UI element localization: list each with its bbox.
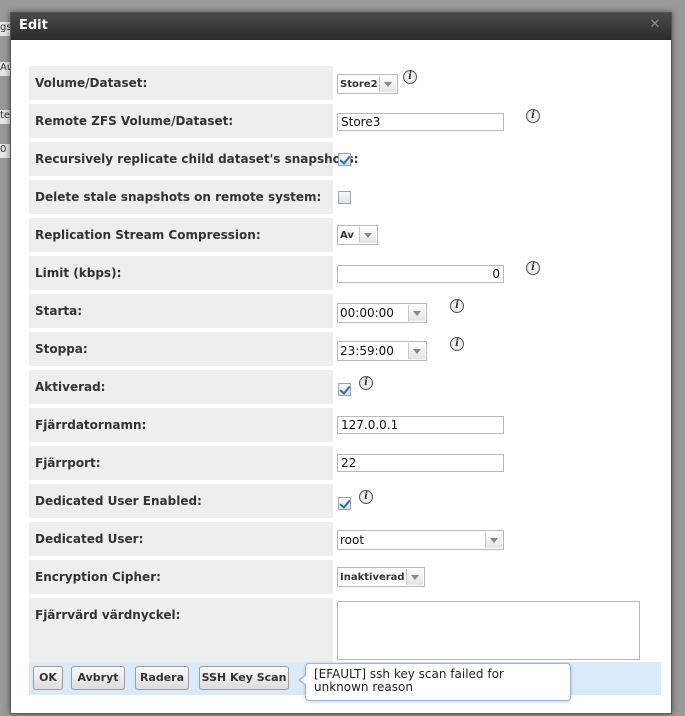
stop-time-value: 23:59:00 <box>340 344 394 358</box>
host-key-label: Fjärrvärd värdnyckel: <box>29 598 333 662</box>
info-icon[interactable]: i <box>403 70 417 84</box>
volume-dataset-select[interactable]: Store2 <box>337 74 398 94</box>
limit-input[interactable] <box>337 265 504 283</box>
chevron-down-icon[interactable] <box>379 76 396 92</box>
ok-button[interactable]: OK <box>33 666 63 690</box>
remote-port-label: Fjärrport: <box>29 446 333 480</box>
info-icon[interactable]: i <box>526 109 540 123</box>
remote-dataset-input[interactable] <box>337 113 504 131</box>
info-icon[interactable]: i <box>359 490 373 504</box>
ssh-key-scan-button[interactable]: SSH Key Scan <box>199 666 289 690</box>
info-icon[interactable]: i <box>526 261 540 275</box>
row-recursive: Recursively replicate child dataset's sn… <box>29 142 642 176</box>
background-fragment: te <box>0 110 10 124</box>
error-tooltip: [EFAULT] ssh key scan failed for unknown… <box>298 663 571 701</box>
dedicated-user-select[interactable]: root <box>337 530 504 550</box>
compression-label: Replication Stream Compression: <box>29 218 333 252</box>
row-remote-port: Fjärrport: <box>29 446 642 480</box>
volume-dataset-label: Volume/Dataset: <box>29 66 333 100</box>
compression-value: Av <box>340 230 354 241</box>
dedicated-user-value: root <box>340 533 365 547</box>
enabled-checkbox[interactable] <box>338 383 351 396</box>
chevron-down-icon[interactable] <box>406 569 423 585</box>
delete-stale-label: Delete stale snapshots on remote system: <box>29 180 333 214</box>
background-fragment: 0 <box>0 144 10 158</box>
enabled-label: Aktiverad: <box>29 370 333 404</box>
cancel-button[interactable]: Avbryt <box>71 666 125 690</box>
row-host-key: Fjärrvärd värdnyckel: <box>29 598 642 662</box>
chevron-down-icon[interactable] <box>408 343 425 359</box>
close-icon[interactable]: ✕ <box>649 18 661 31</box>
dialog-title: Edit <box>19 18 48 33</box>
compression-select[interactable]: Av <box>337 225 378 245</box>
start-time-select[interactable]: 00:00:00 <box>337 303 427 323</box>
volume-dataset-value: Store2 <box>340 79 378 90</box>
row-cipher: Encryption Cipher: Inaktiverad <box>29 560 642 594</box>
info-icon[interactable]: i <box>450 299 464 313</box>
limit-label: Limit (kbps): <box>29 256 333 290</box>
delete-stale-checkbox[interactable] <box>338 191 351 204</box>
cipher-select[interactable]: Inaktiverad <box>337 567 425 587</box>
row-remote-host: Fjärrdatornamn: <box>29 408 642 442</box>
chevron-down-icon[interactable] <box>408 305 425 321</box>
row-limit: Limit (kbps): i <box>29 256 642 290</box>
cipher-label: Encryption Cipher: <box>29 560 333 594</box>
row-remote-dataset: Remote ZFS Volume/Dataset: i <box>29 104 642 138</box>
remote-port-input[interactable] <box>337 454 504 472</box>
start-time-value: 00:00:00 <box>340 306 394 320</box>
recursive-label: Recursively replicate child dataset's sn… <box>29 142 359 176</box>
dedicated-enabled-checkbox[interactable] <box>338 497 351 510</box>
recursive-checkbox[interactable] <box>338 153 351 166</box>
dialog-titlebar[interactable]: Edit ✕ <box>11 13 671 40</box>
row-dedicated-enabled: Dedicated User Enabled: i <box>29 484 642 518</box>
row-start: Starta: 00:00:00 i <box>29 294 642 328</box>
dedicated-enabled-label: Dedicated User Enabled: <box>29 484 333 518</box>
row-volume-dataset: Volume/Dataset: Store2 i <box>29 66 642 100</box>
row-stop: Stoppa: 23:59:00 i <box>29 332 642 366</box>
stop-label: Stoppa: <box>29 332 333 366</box>
info-icon[interactable]: i <box>450 337 464 351</box>
remote-host-input[interactable] <box>337 416 504 434</box>
background-fragment: Aut <box>0 62 10 76</box>
background-fragment: gs <box>0 22 10 36</box>
host-key-textarea[interactable] <box>337 601 640 660</box>
remote-dataset-label: Remote ZFS Volume/Dataset: <box>29 104 333 138</box>
start-label: Starta: <box>29 294 333 328</box>
row-compression: Replication Stream Compression: Av <box>29 218 642 252</box>
remote-host-label: Fjärrdatornamn: <box>29 408 333 442</box>
row-dedicated-user: Dedicated User: root <box>29 522 642 556</box>
row-delete-stale: Delete stale snapshots on remote system: <box>29 180 642 214</box>
chevron-down-icon[interactable] <box>359 227 376 243</box>
dedicated-user-label: Dedicated User: <box>29 522 333 556</box>
edit-dialog: Edit ✕ Volume/Dataset: Store2 i Remote Z… <box>10 12 672 714</box>
delete-button[interactable]: Radera <box>135 666 189 690</box>
stop-time-select[interactable]: 23:59:00 <box>337 341 427 361</box>
row-enabled: Aktiverad: i <box>29 370 642 404</box>
chevron-down-icon[interactable] <box>485 532 502 548</box>
cipher-value: Inaktiverad <box>340 572 405 583</box>
info-icon[interactable]: i <box>359 376 373 390</box>
